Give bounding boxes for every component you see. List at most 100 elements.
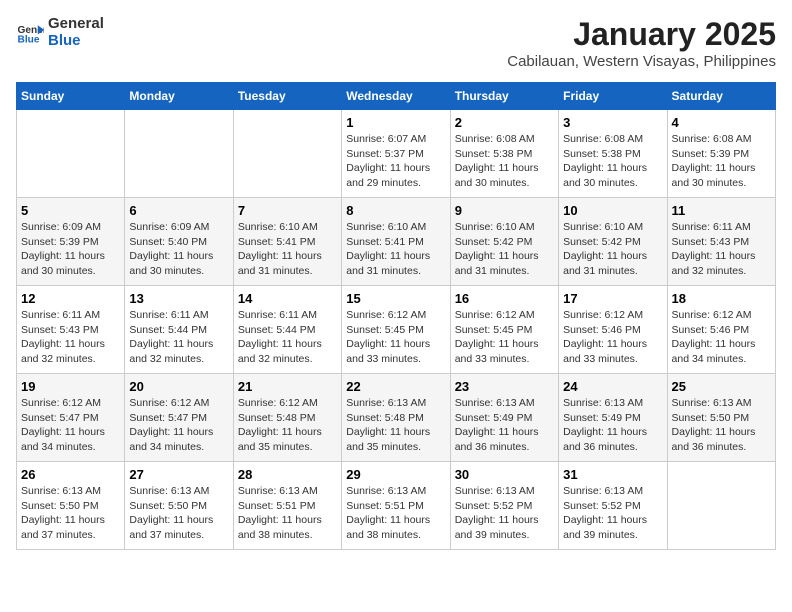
day-cell: 7 Sunrise: 6:10 AMSunset: 5:41 PMDaylight…	[233, 198, 341, 286]
day-cell: 5Sunrise: 6:09 AMSunset: 5:39 PMDaylight…	[17, 198, 125, 286]
day-number: 10	[563, 203, 662, 218]
weekday-header-row: SundayMondayTuesdayWednesdayThursdayFrid…	[17, 83, 776, 110]
day-info: Sunrise: 6:13 AMSunset: 5:52 PMDaylight:…	[563, 484, 662, 543]
day-cell: 3 Sunrise: 6:08 AMSunset: 5:38 PMDaylight…	[559, 110, 667, 198]
day-info: Sunrise: 6:12 AMSunset: 5:47 PMDaylight:…	[129, 396, 228, 455]
day-info: Sunrise: 6:10 AMSunset: 5:41 PMDaylight:…	[238, 220, 337, 279]
day-number: 29	[346, 467, 445, 482]
day-number: 28	[238, 467, 337, 482]
day-number: 16	[455, 291, 554, 306]
day-info: Sunrise: 6:07 AMSunset: 5:37 PMDaylight:…	[346, 132, 445, 191]
day-cell	[125, 110, 233, 198]
day-info: Sunrise: 6:13 AMSunset: 5:49 PMDaylight:…	[455, 396, 554, 455]
logo-blue: Blue	[48, 33, 104, 50]
location-subtitle: Cabilauan, Western Visayas, Philippines	[507, 53, 776, 70]
day-info: Sunrise: 6:10 AMSunset: 5:41 PMDaylight:…	[346, 220, 445, 279]
day-cell: 21 Sunrise: 6:12 AMSunset: 5:48 PMDayligh…	[233, 374, 341, 462]
day-cell: 10Sunrise: 6:10 AMSunset: 5:42 PMDayligh…	[559, 198, 667, 286]
day-cell: 27 Sunrise: 6:13 AMSunset: 5:50 PMDayligh…	[125, 462, 233, 550]
day-cell: 28 Sunrise: 6:13 AMSunset: 5:51 PMDayligh…	[233, 462, 341, 550]
month-title: January 2025	[507, 16, 776, 53]
week-row-5: 26 Sunrise: 6:13 AMSunset: 5:50 PMDayligh…	[17, 462, 776, 550]
day-cell: 2 Sunrise: 6:08 AMSunset: 5:38 PMDaylight…	[450, 110, 558, 198]
day-cell: 11 Sunrise: 6:11 AMSunset: 5:43 PMDayligh…	[667, 198, 775, 286]
day-cell: 4Sunrise: 6:08 AMSunset: 5:39 PMDaylight…	[667, 110, 775, 198]
day-cell	[233, 110, 341, 198]
day-cell: 26 Sunrise: 6:13 AMSunset: 5:50 PMDayligh…	[17, 462, 125, 550]
weekday-header-wednesday: Wednesday	[342, 83, 450, 110]
day-info: Sunrise: 6:11 AMSunset: 5:43 PMDaylight:…	[21, 308, 120, 367]
day-number: 9	[455, 203, 554, 218]
weekday-header-thursday: Thursday	[450, 83, 558, 110]
day-info: Sunrise: 6:13 AMSunset: 5:50 PMDaylight:…	[21, 484, 120, 543]
day-cell: 24Sunrise: 6:13 AMSunset: 5:49 PMDayligh…	[559, 374, 667, 462]
day-info: Sunrise: 6:12 AMSunset: 5:48 PMDaylight:…	[238, 396, 337, 455]
day-number: 7	[238, 203, 337, 218]
day-number: 22	[346, 379, 445, 394]
day-info: Sunrise: 6:13 AMSunset: 5:52 PMDaylight:…	[455, 484, 554, 543]
day-cell: 31 Sunrise: 6:13 AMSunset: 5:52 PMDayligh…	[559, 462, 667, 550]
day-cell: 30 Sunrise: 6:13 AMSunset: 5:52 PMDayligh…	[450, 462, 558, 550]
week-row-4: 19 Sunrise: 6:12 AMSunset: 5:47 PMDayligh…	[17, 374, 776, 462]
day-info: Sunrise: 6:09 AMSunset: 5:39 PMDaylight:…	[21, 220, 120, 279]
day-number: 11	[672, 203, 771, 218]
day-info: Sunrise: 6:08 AMSunset: 5:38 PMDaylight:…	[563, 132, 662, 191]
day-number: 8	[346, 203, 445, 218]
logo-icon: General Blue	[16, 19, 44, 47]
weekday-header-friday: Friday	[559, 83, 667, 110]
logo: General Blue General Blue	[16, 16, 104, 49]
day-number: 1	[346, 115, 445, 130]
day-number: 20	[129, 379, 228, 394]
day-info: Sunrise: 6:12 AMSunset: 5:46 PMDaylight:…	[563, 308, 662, 367]
day-number: 23	[455, 379, 554, 394]
day-info: Sunrise: 6:12 AMSunset: 5:45 PMDaylight:…	[346, 308, 445, 367]
day-cell	[667, 462, 775, 550]
day-info: Sunrise: 6:13 AMSunset: 5:50 PMDaylight:…	[672, 396, 771, 455]
day-number: 26	[21, 467, 120, 482]
day-cell: 22 Sunrise: 6:13 AMSunset: 5:48 PMDayligh…	[342, 374, 450, 462]
day-number: 3	[563, 115, 662, 130]
day-cell: 20 Sunrise: 6:12 AMSunset: 5:47 PMDayligh…	[125, 374, 233, 462]
day-info: Sunrise: 6:10 AMSunset: 5:42 PMDaylight:…	[455, 220, 554, 279]
day-cell: 18 Sunrise: 6:12 AMSunset: 5:46 PMDayligh…	[667, 286, 775, 374]
day-cell: 25Sunrise: 6:13 AMSunset: 5:50 PMDayligh…	[667, 374, 775, 462]
day-info: Sunrise: 6:11 AMSunset: 5:43 PMDaylight:…	[672, 220, 771, 279]
day-number: 19	[21, 379, 120, 394]
day-number: 17	[563, 291, 662, 306]
day-info: Sunrise: 6:11 AMSunset: 5:44 PMDaylight:…	[129, 308, 228, 367]
day-number: 30	[455, 467, 554, 482]
week-row-2: 5Sunrise: 6:09 AMSunset: 5:39 PMDaylight…	[17, 198, 776, 286]
day-info: Sunrise: 6:13 AMSunset: 5:51 PMDaylight:…	[346, 484, 445, 543]
week-row-1: 1 Sunrise: 6:07 AMSunset: 5:37 PMDaylight…	[17, 110, 776, 198]
day-info: Sunrise: 6:12 AMSunset: 5:45 PMDaylight:…	[455, 308, 554, 367]
day-number: 21	[238, 379, 337, 394]
day-cell: 17 Sunrise: 6:12 AMSunset: 5:46 PMDayligh…	[559, 286, 667, 374]
day-cell: 9 Sunrise: 6:10 AMSunset: 5:42 PMDaylight…	[450, 198, 558, 286]
weekday-header-saturday: Saturday	[667, 83, 775, 110]
day-number: 13	[129, 291, 228, 306]
day-info: Sunrise: 6:13 AMSunset: 5:48 PMDaylight:…	[346, 396, 445, 455]
title-block: January 2025 Cabilauan, Western Visayas,…	[507, 16, 776, 70]
day-number: 2	[455, 115, 554, 130]
day-number: 14	[238, 291, 337, 306]
calendar-table: SundayMondayTuesdayWednesdayThursdayFrid…	[16, 82, 776, 550]
day-number: 31	[563, 467, 662, 482]
day-info: Sunrise: 6:09 AMSunset: 5:40 PMDaylight:…	[129, 220, 228, 279]
day-cell: 13 Sunrise: 6:11 AMSunset: 5:44 PMDayligh…	[125, 286, 233, 374]
day-number: 18	[672, 291, 771, 306]
day-cell: 8 Sunrise: 6:10 AMSunset: 5:41 PMDaylight…	[342, 198, 450, 286]
day-cell: 14 Sunrise: 6:11 AMSunset: 5:44 PMDayligh…	[233, 286, 341, 374]
day-number: 6	[129, 203, 228, 218]
day-number: 27	[129, 467, 228, 482]
day-info: Sunrise: 6:12 AMSunset: 5:47 PMDaylight:…	[21, 396, 120, 455]
day-info: Sunrise: 6:13 AMSunset: 5:50 PMDaylight:…	[129, 484, 228, 543]
day-number: 12	[21, 291, 120, 306]
day-info: Sunrise: 6:12 AMSunset: 5:46 PMDaylight:…	[672, 308, 771, 367]
day-info: Sunrise: 6:13 AMSunset: 5:51 PMDaylight:…	[238, 484, 337, 543]
day-cell: 16 Sunrise: 6:12 AMSunset: 5:45 PMDayligh…	[450, 286, 558, 374]
day-info: Sunrise: 6:08 AMSunset: 5:38 PMDaylight:…	[455, 132, 554, 191]
day-info: Sunrise: 6:11 AMSunset: 5:44 PMDaylight:…	[238, 308, 337, 367]
day-number: 15	[346, 291, 445, 306]
weekday-header-tuesday: Tuesday	[233, 83, 341, 110]
day-cell: 19 Sunrise: 6:12 AMSunset: 5:47 PMDayligh…	[17, 374, 125, 462]
